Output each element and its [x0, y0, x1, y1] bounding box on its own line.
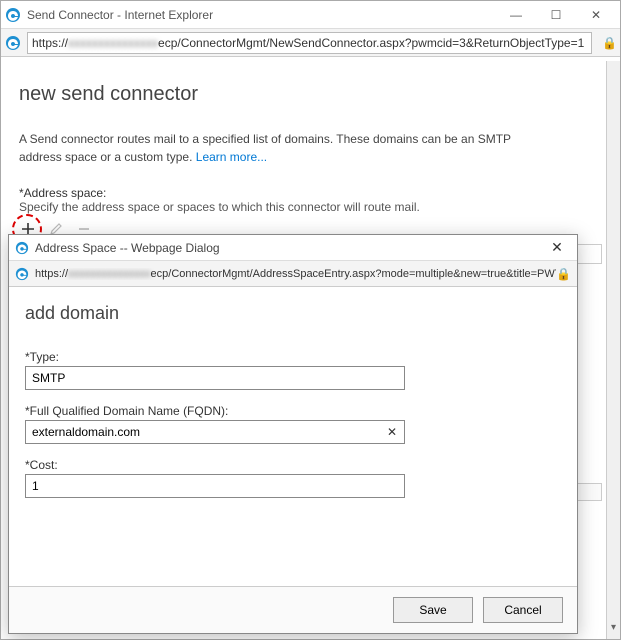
lock-icon: 🔒 — [556, 267, 571, 281]
page-title: new send connector — [19, 83, 602, 106]
dialog-url-field[interactable]: https://xxxxxxxxxxxxxxxecp/ConnectorMgmt… — [35, 268, 556, 280]
dialog-footer: Save Cancel — [9, 586, 577, 633]
parent-window-title: Send Connector - Internet Explorer — [27, 8, 496, 22]
dialog-address-bar: https://xxxxxxxxxxxxxxxecp/ConnectorMgmt… — [9, 261, 577, 287]
clear-input-button[interactable]: ✕ — [383, 423, 401, 441]
address-space-label: *Address space: — [19, 186, 602, 200]
dialog-body: add domain *Type: *Full Qualified Domain… — [9, 287, 577, 586]
window-maximize-button[interactable]: ☐ — [536, 3, 576, 27]
parent-titlebar: Send Connector - Internet Explorer — ☐ ✕ — [1, 1, 620, 29]
cancel-button[interactable]: Cancel — [483, 597, 563, 623]
lock-icon: 🔒 — [602, 36, 616, 50]
fqdn-label: *Full Qualified Domain Name (FQDN): — [25, 404, 561, 418]
right-sidebar-edge: ▾ — [606, 61, 620, 639]
save-button[interactable]: Save — [393, 597, 473, 623]
fqdn-input[interactable] — [25, 420, 405, 444]
ie-icon — [5, 35, 21, 51]
dialog-heading: add domain — [25, 303, 561, 324]
page-description: A Send connector routes mail to a specif… — [19, 130, 539, 166]
ie-icon — [15, 267, 29, 281]
parent-address-bar: https://xxxxxxxxxxxxxxxecp/ConnectorMgmt… — [1, 29, 620, 57]
type-label: *Type: — [25, 350, 561, 364]
chevron-down-icon[interactable]: ▾ — [611, 622, 616, 633]
dialog-close-button[interactable]: ✕ — [543, 239, 571, 256]
ie-icon — [5, 7, 27, 23]
parent-url-field[interactable]: https://xxxxxxxxxxxxxxxecp/ConnectorMgmt… — [27, 32, 592, 54]
ie-icon — [15, 241, 29, 255]
window-close-button[interactable]: ✕ — [576, 3, 616, 27]
cost-input[interactable] — [25, 474, 405, 498]
learn-more-link[interactable]: Learn more... — [196, 150, 267, 164]
type-input[interactable] — [25, 366, 405, 390]
dialog-title: Address Space -- Webpage Dialog — [35, 241, 543, 255]
address-space-dialog: Address Space -- Webpage Dialog ✕ https:… — [8, 234, 578, 634]
address-space-sublabel: Specify the address space or spaces to w… — [19, 200, 602, 214]
cost-label: *Cost: — [25, 458, 561, 472]
window-minimize-button[interactable]: — — [496, 3, 536, 27]
dialog-titlebar: Address Space -- Webpage Dialog ✕ — [9, 235, 577, 261]
